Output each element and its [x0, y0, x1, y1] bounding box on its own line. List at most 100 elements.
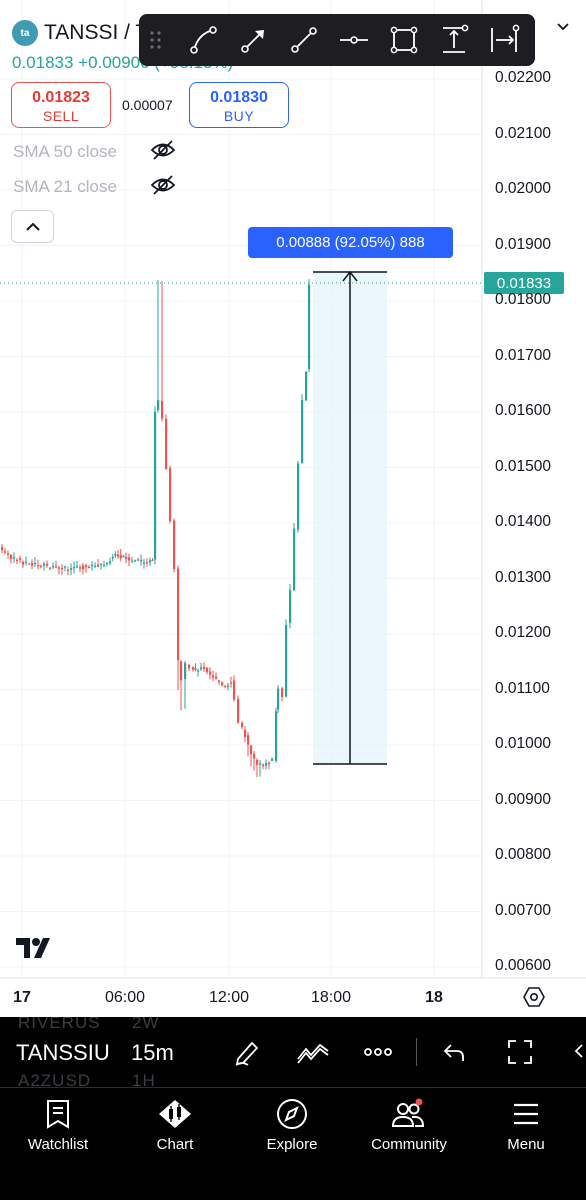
candle-body — [46, 563, 49, 566]
time-axis-label: 12:00 — [208, 989, 250, 1006]
price-axis-label: 0.01000 — [495, 735, 552, 752]
timeframe-selector[interactable]: 15m — [131, 1040, 174, 1066]
rectangle-icon[interactable] — [379, 18, 429, 62]
nav-explore[interactable]: Explore — [237, 1096, 347, 1153]
buy-label: BUY — [223, 108, 255, 124]
nav-chart[interactable]: Chart — [120, 1096, 230, 1153]
time-axis-label: 18:00 — [310, 989, 352, 1006]
time-axis-label: 06:00 — [104, 989, 146, 1006]
trend-line-icon[interactable] — [179, 18, 229, 62]
candle-body — [131, 560, 134, 562]
candle-body — [70, 568, 73, 570]
price-axis-label: 0.01800 — [495, 291, 552, 308]
candle-body — [61, 568, 64, 570]
candle-body — [25, 561, 28, 563]
settings-icon[interactable] — [523, 986, 545, 1013]
candle-body — [212, 675, 215, 678]
toolbar-separator — [416, 1038, 417, 1066]
candle-body — [52, 566, 55, 568]
draw-tools-icon[interactable] — [296, 1036, 330, 1068]
arrow-line-icon[interactable] — [229, 18, 279, 62]
time-axis-label: 17 — [13, 989, 31, 1006]
spread-value: 0.00007 — [122, 97, 173, 113]
price-axis-label: 0.00700 — [495, 901, 552, 919]
chart-area[interactable]: ta TANSSI / T 0.01833 +0.00906 (+98.13%)… — [0, 0, 586, 1017]
price-axis-label: 0.01100 — [495, 679, 550, 697]
symbol-selector[interactable]: TANSSIU — [16, 1040, 110, 1066]
candle-body — [308, 284, 311, 370]
candle-body — [177, 568, 180, 661]
candle-body — [79, 567, 82, 569]
candle-body — [97, 564, 100, 567]
drawing-toolbar[interactable] — [139, 14, 535, 66]
scroll-ghost-timeframe: 2W — [132, 1017, 160, 1032]
indicator-sma-50[interactable]: SMA 50 close — [13, 139, 176, 162]
candle-body — [67, 569, 70, 571]
price-axis-label: 0.00900 — [495, 790, 552, 808]
candle-body — [151, 559, 154, 561]
tradingview-logo — [16, 938, 58, 965]
nav-label: Community — [371, 1136, 447, 1153]
candle-body — [289, 589, 292, 623]
symbol-name: TANSSI / T — [44, 21, 149, 44]
candle-body — [227, 685, 230, 687]
scroll-ghost-timeframe: 1H — [132, 1071, 156, 1087]
candle-body — [277, 688, 280, 710]
ray-icon[interactable] — [279, 18, 329, 62]
candle-body — [88, 566, 91, 569]
more-icon[interactable] — [361, 1036, 395, 1068]
candle-body — [28, 563, 31, 565]
candle-body — [209, 671, 212, 675]
candle-body — [221, 682, 224, 686]
symbol-title[interactable]: ta TANSSI / T — [12, 20, 148, 46]
eye-off-icon[interactable] — [150, 174, 176, 201]
undo-icon[interactable] — [437, 1036, 471, 1068]
candle-body — [111, 556, 114, 559]
price-axis-label: 0.02200 — [495, 69, 552, 86]
candle-body — [34, 562, 37, 565]
candlestick-series — [1, 279, 311, 777]
nav-label: Menu — [507, 1136, 545, 1153]
candle-body — [192, 667, 195, 670]
candle-body — [259, 763, 262, 765]
candle-body — [250, 745, 253, 755]
candle-body — [1, 547, 4, 551]
buy-price: 0.01830 — [210, 89, 268, 106]
candle-body — [19, 558, 22, 561]
date-range-icon[interactable] — [479, 18, 529, 62]
candle-body — [91, 564, 94, 567]
candle-body — [194, 668, 197, 671]
candle-body — [265, 763, 268, 766]
candle-body — [140, 560, 143, 562]
chevron-up-icon — [25, 222, 40, 231]
price-range-icon[interactable] — [429, 18, 479, 62]
nav-menu[interactable]: Menu — [471, 1096, 581, 1153]
candle-body — [55, 566, 58, 568]
eye-off-icon[interactable] — [150, 139, 176, 166]
measure-result-label: 0.00888 (92.05%) 888 — [248, 227, 453, 258]
candle-body — [237, 699, 240, 723]
candle-body — [85, 565, 88, 568]
fullscreen-icon[interactable] — [503, 1036, 537, 1068]
redo-icon[interactable] — [568, 1036, 586, 1068]
price-axis-label: 0.00800 — [495, 846, 552, 863]
nav-community[interactable]: Community — [354, 1096, 464, 1153]
price-axis-label: 0.01600 — [495, 402, 552, 419]
buy-button[interactable]: 0.01830 BUY — [189, 82, 289, 128]
candle-body — [262, 764, 265, 767]
candle-body — [285, 624, 288, 697]
candle-body — [122, 556, 125, 558]
candle-body — [169, 468, 172, 522]
candle-body — [149, 560, 152, 563]
nav-watchlist[interactable]: Watchlist — [3, 1096, 113, 1153]
collapse-legend-button[interactable] — [11, 210, 54, 243]
chevron-down-icon[interactable] — [555, 18, 571, 39]
indicator-sma-21[interactable]: SMA 21 close — [13, 174, 176, 197]
nav-label: Watchlist — [27, 1136, 89, 1153]
candle-body — [31, 562, 34, 566]
sell-button[interactable]: 0.01823 SELL — [11, 82, 111, 128]
horizontal-line-icon[interactable] — [329, 18, 379, 62]
price-axis-label: 0.01300 — [495, 568, 552, 586]
drag-handle-icon[interactable] — [147, 28, 165, 52]
pen-icon[interactable] — [230, 1036, 264, 1068]
